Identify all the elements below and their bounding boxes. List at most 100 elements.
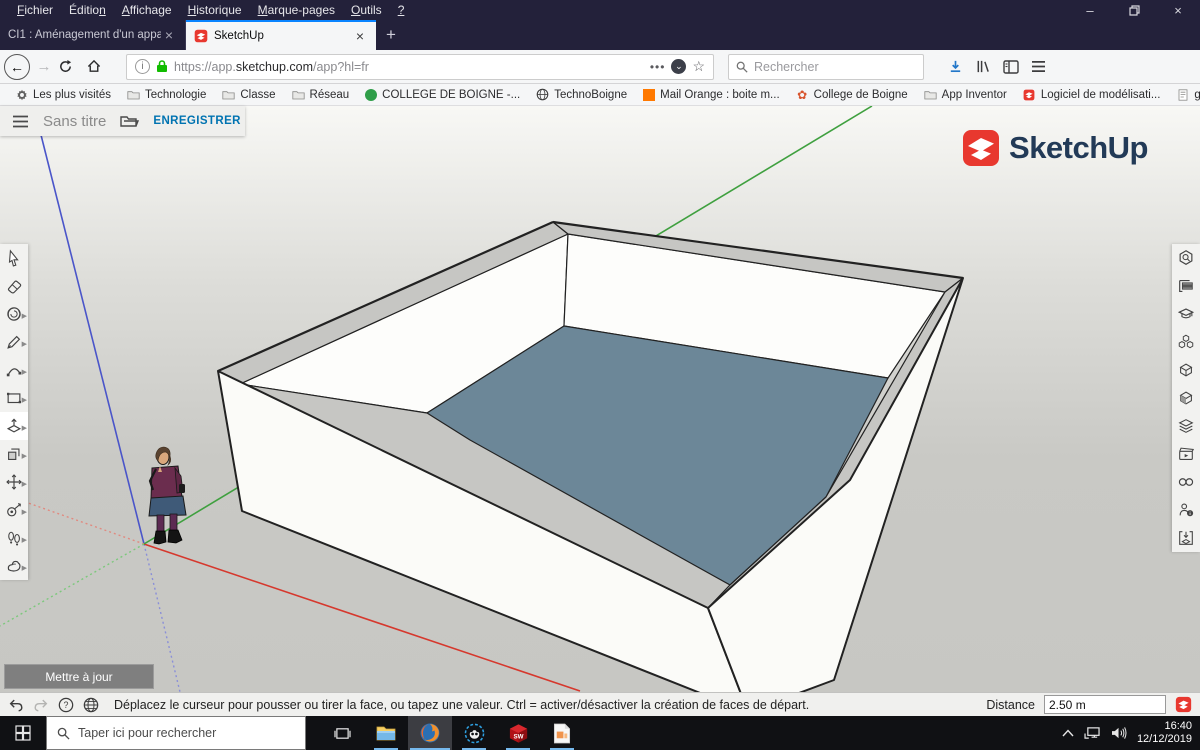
back-button[interactable]: ← [4, 54, 30, 80]
look-around-tool[interactable]: ▶ [0, 552, 28, 580]
bookmark-technoboigne[interactable]: TechnoBoigne [529, 88, 634, 101]
url-bar[interactable]: i https://app.sketchup.com/app?hl=fr •••… [126, 54, 714, 80]
page-info-icon[interactable]: i [135, 59, 150, 74]
styles-panel[interactable] [1172, 384, 1200, 412]
push-pull-tool[interactable]: ▶ [0, 412, 28, 440]
task-view-button[interactable] [320, 716, 364, 750]
instructor-panel[interactable] [1172, 300, 1200, 328]
tab-ci1[interactable]: CI1 : Aménagement d'un appartem × [0, 20, 186, 50]
hamburger-menu-icon[interactable] [1031, 60, 1046, 73]
arc-icon [5, 361, 23, 379]
open-folder-icon[interactable] [120, 114, 139, 128]
paint-tool[interactable]: ▶ [0, 300, 28, 328]
save-button[interactable]: ENREGISTRER [153, 115, 240, 127]
speaker-icon[interactable] [1111, 726, 1127, 740]
menu-outils[interactable]: Outils [344, 1, 389, 19]
new-tab-button[interactable]: + [376, 20, 406, 50]
bookmark-classe[interactable]: Classe [215, 88, 282, 101]
display-panel[interactable] [1172, 468, 1200, 496]
chevron-right-icon: ▶ [22, 536, 27, 544]
menu-aide[interactable]: ? [391, 1, 412, 19]
help-icon[interactable]: ? [58, 697, 74, 713]
start-button[interactable] [0, 716, 46, 750]
push-pull-icon [5, 417, 23, 435]
solidworks-button[interactable]: SW [496, 716, 540, 750]
outliner-panel[interactable] [1172, 272, 1200, 300]
bookmark-les-plus-visites[interactable]: Les plus visités [8, 88, 118, 101]
menu-historique[interactable]: Historique [181, 1, 249, 19]
redo-icon[interactable] [33, 698, 49, 712]
bookmark-label: TechnoBoigne [554, 89, 627, 101]
select-tool[interactable] [0, 244, 28, 272]
bookmark-label: Technologie [145, 89, 206, 101]
components-icon [1177, 333, 1195, 351]
line-tool[interactable]: ▶ [0, 328, 28, 356]
arc-tool[interactable]: ▶ [0, 356, 28, 384]
room-model[interactable] [218, 222, 963, 692]
search-bar[interactable]: Rechercher [728, 54, 924, 80]
sketchup-viewport[interactable]: Sans titre ENREGISTRER SketchUp ▶ [0, 106, 1200, 692]
tray-chevron-icon[interactable] [1062, 729, 1074, 737]
components-panel[interactable] [1172, 328, 1200, 356]
firefox-button[interactable] [408, 716, 452, 750]
bookmark-star-icon[interactable]: ☆ [692, 58, 705, 75]
rectangle-tool[interactable]: ▶ [0, 384, 28, 412]
bookmark-college-de-boigne-site[interactable]: COLLEGE DE BOIGNE -... [358, 89, 527, 101]
scenes-panel[interactable] [1172, 440, 1200, 468]
file-explorer-button[interactable] [364, 716, 408, 750]
eraser-tool[interactable] [0, 272, 28, 300]
distance-input[interactable]: 2.50 m [1044, 695, 1166, 714]
tape-measure-tool[interactable]: ▶ [0, 496, 28, 524]
close-icon[interactable]: × [161, 27, 177, 43]
clock[interactable]: 16:40 12/12/2019 [1137, 720, 1192, 746]
panda-app-button[interactable] [452, 716, 496, 750]
offset-tool[interactable]: ▶ [0, 440, 28, 468]
impress-icon [553, 723, 571, 744]
menu-edition[interactable]: Édition [62, 1, 113, 19]
bookmark-mail-orange[interactable]: Mail Orange : boite m... [636, 89, 787, 101]
downloads-icon[interactable] [948, 59, 963, 74]
library-icon[interactable] [975, 59, 991, 74]
model-info-panel[interactable]: i [1172, 496, 1200, 524]
home-button[interactable] [86, 59, 114, 74]
impress-button[interactable] [540, 716, 584, 750]
bookmark-technologie[interactable]: Technologie [120, 88, 213, 101]
bookmark-reseau[interactable]: Réseau [285, 88, 357, 101]
language-globe-icon[interactable] [83, 697, 99, 713]
app-menu-icon[interactable] [12, 115, 29, 128]
menu-affichage[interactable]: Affichage [115, 1, 179, 19]
model-title[interactable]: Sans titre [43, 113, 106, 130]
walk-tool[interactable]: ▶ [0, 524, 28, 552]
export-panel[interactable] [1172, 524, 1200, 552]
bookmark-app-inventor[interactable]: App Inventor [917, 88, 1014, 101]
menu-fichier[interactable]: Fichier [10, 1, 60, 19]
bookmark-college-de-boigne[interactable]: ✿College de Boigne [789, 88, 915, 101]
undo-icon[interactable] [8, 698, 24, 712]
tags-icon [1177, 417, 1195, 435]
sidebar-icon[interactable] [1003, 60, 1019, 74]
materials-panel[interactable] [1172, 356, 1200, 384]
close-button[interactable]: × [1156, 0, 1200, 20]
bookmark-label: Logiciel de modélisati... [1041, 89, 1161, 101]
network-icon[interactable] [1084, 726, 1101, 740]
minimize-button[interactable]: – [1068, 0, 1112, 20]
tags-panel[interactable] [1172, 412, 1200, 440]
pocket-icon[interactable]: ⌄ [671, 59, 686, 74]
search-warehouse-panel[interactable] [1172, 244, 1200, 272]
reload-button[interactable] [58, 59, 86, 74]
update-button[interactable]: Mettre à jour [4, 664, 154, 689]
sketchup-logo-icon [961, 128, 1001, 168]
menu-marque-pages[interactable]: Marque-pages [251, 1, 342, 19]
tab-sketchup[interactable]: SketchUp × [186, 20, 376, 50]
close-icon[interactable]: × [352, 28, 368, 44]
folder-icon [127, 88, 140, 101]
restore-button[interactable] [1112, 0, 1156, 20]
bookmark-logiciel-modelisation[interactable]: Logiciel de modélisati... [1016, 88, 1168, 101]
bookmark-glpi[interactable]: glpi.savoie.fr [1169, 88, 1200, 101]
move-tool[interactable]: ▶ [0, 468, 28, 496]
forward-button[interactable]: → [30, 58, 58, 75]
page-actions-icon[interactable]: ••• [650, 60, 666, 74]
folder-icon [924, 88, 937, 101]
taskbar-search[interactable]: Taper ici pour rechercher [46, 716, 306, 750]
chevron-right-icon: ▶ [22, 424, 27, 432]
